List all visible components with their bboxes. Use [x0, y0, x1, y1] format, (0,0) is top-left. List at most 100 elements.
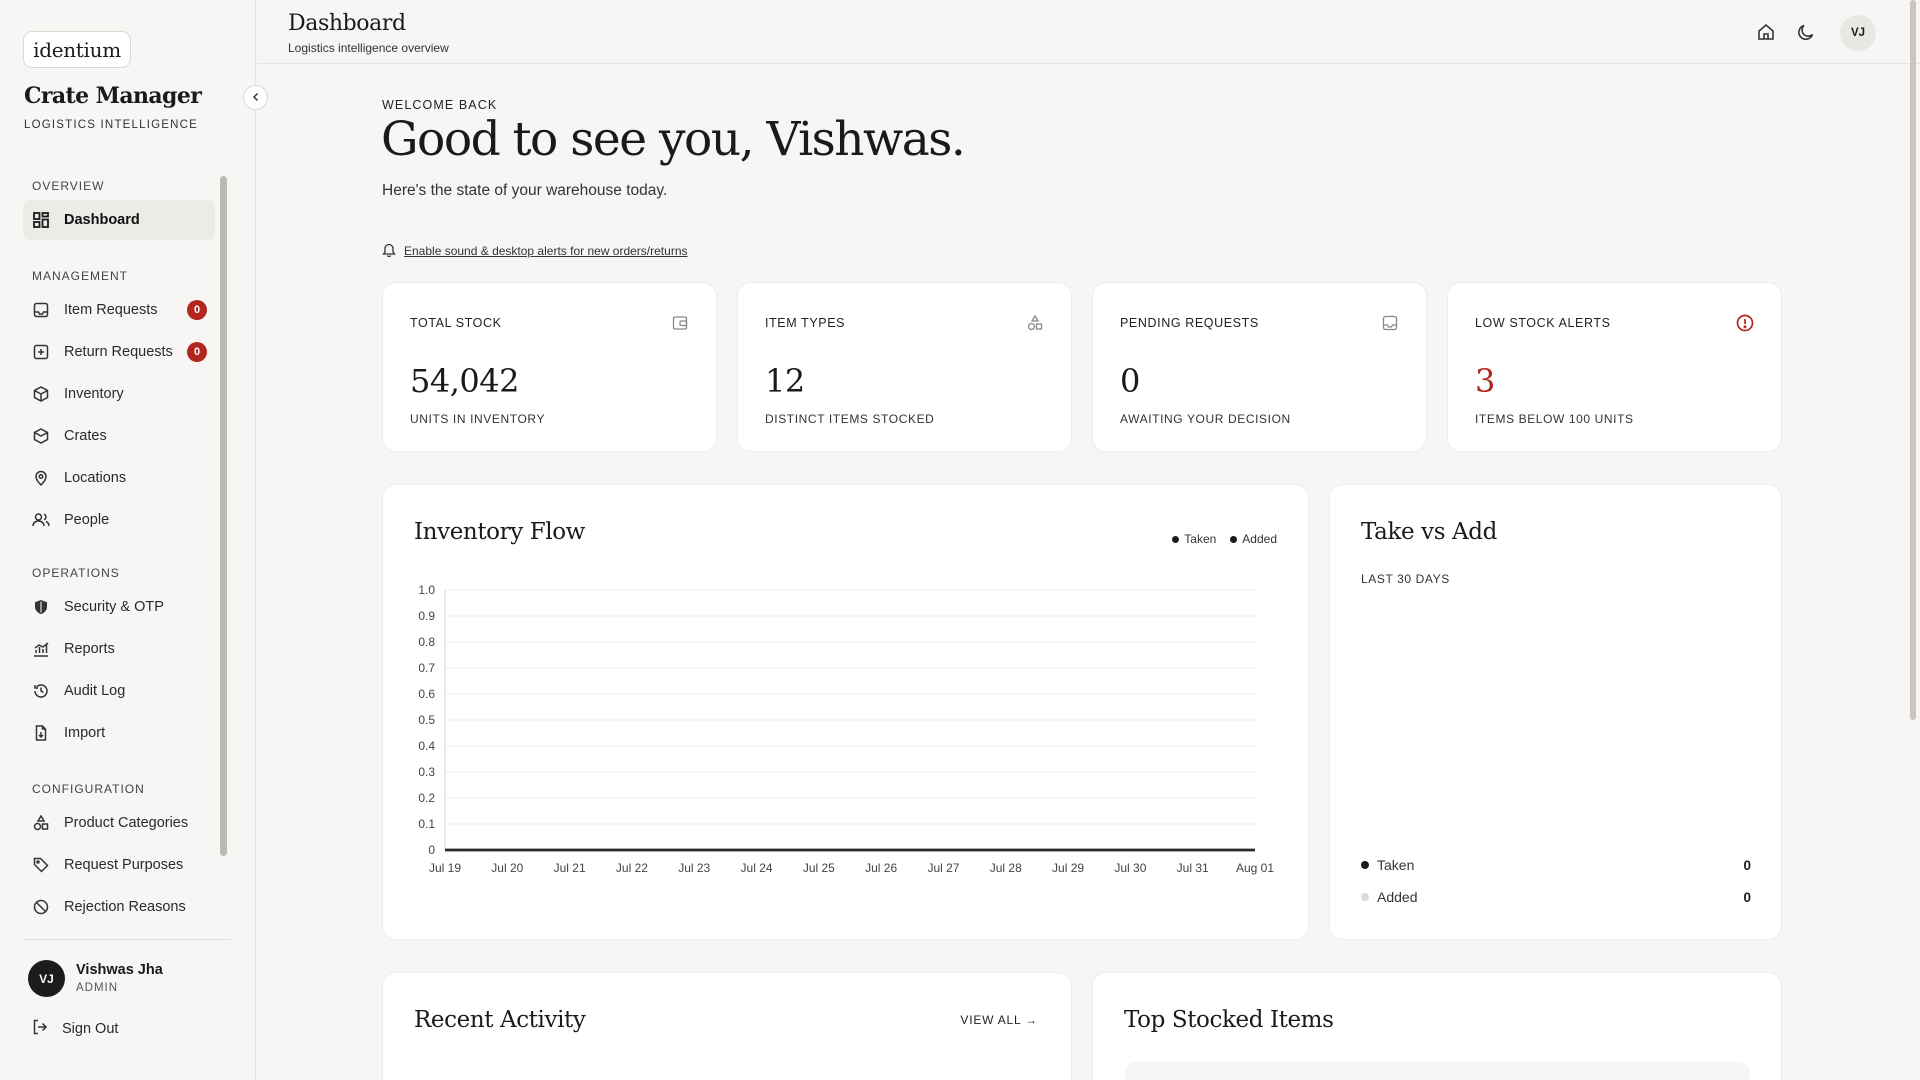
- sidebar-item-request-purposes[interactable]: Request Purposes: [23, 845, 215, 885]
- header-avatar[interactable]: VJ: [1840, 15, 1876, 51]
- stat-value: 12: [765, 362, 805, 400]
- count-badge: 0: [187, 342, 207, 362]
- avatar[interactable]: VJ: [28, 960, 65, 997]
- sidebar-item-security[interactable]: Security & OTP: [23, 587, 215, 627]
- count-badge: 0: [187, 300, 207, 320]
- section-overview: OVERVIEW: [32, 179, 105, 193]
- user-role: ADMIN: [76, 982, 119, 994]
- inventory-flow-card: Inventory Flow Taken Added 1.0 0.9 0.8 0.7 0…: [382, 484, 1309, 940]
- sidebar-item-item-requests[interactable]: Item Requests 0: [23, 290, 215, 330]
- taken-dot: [1361, 861, 1369, 869]
- sidebar-item-locations[interactable]: Locations: [23, 458, 215, 498]
- bell-icon: [382, 242, 396, 260]
- sidebar-item-return-requests[interactable]: Return Requests 0: [23, 332, 215, 372]
- ban-icon: [32, 898, 50, 916]
- home-icon[interactable]: [1754, 20, 1778, 44]
- sidebar: identium Crate Manager LOGISTICS INTELLI…: [0, 0, 256, 1080]
- sidebar-item-label: Dashboard: [64, 212, 140, 228]
- sidebar-item-label: Audit Log: [64, 683, 126, 699]
- shield-icon: [32, 598, 50, 616]
- take-vs-add-card: Take vs Add LAST 30 DAYS Taken 0 Added 0: [1329, 484, 1782, 940]
- y-tick-label: 0.4: [418, 739, 435, 753]
- stat-caption: AWAITING YOUR DECISION: [1120, 412, 1291, 426]
- x-tick-label: Jul 22: [616, 861, 648, 875]
- sidebar-item-inventory[interactable]: Inventory: [23, 374, 215, 414]
- x-tick-label: Jul 25: [803, 861, 835, 875]
- divider: [23, 939, 231, 940]
- y-tick-label: 0.6: [418, 687, 435, 701]
- sidebar-item-label: Item Requests: [64, 302, 158, 318]
- added-value: 0: [1743, 889, 1751, 905]
- y-tick-label: 0.1: [418, 817, 435, 831]
- sidebar-scrollbar[interactable]: [220, 176, 227, 856]
- x-tick-label: Jul 30: [1114, 861, 1146, 875]
- added-label: Added: [1377, 889, 1418, 905]
- card-title: Take vs Add: [1361, 519, 1497, 545]
- users-icon: [32, 511, 50, 529]
- tag-icon: [32, 856, 50, 874]
- sidebar-item-import[interactable]: Import: [23, 713, 215, 753]
- y-tick-label: 0: [428, 843, 435, 857]
- sidebar-nav: OVERVIEW Dashboard MANAGEMENT Item Reque…: [0, 170, 222, 916]
- x-tick-label: Jul 28: [990, 861, 1022, 875]
- sidebar-item-product-categories[interactable]: Product Categories: [23, 803, 215, 843]
- sidebar-item-rejection-reasons[interactable]: Rejection Reasons: [23, 887, 215, 916]
- x-tick-label: Jul 23: [678, 861, 710, 875]
- moon-icon[interactable]: [1794, 20, 1818, 44]
- greeting-subtitle: Here's the state of your warehouse today…: [382, 182, 668, 199]
- collapse-sidebar-button[interactable]: [243, 85, 268, 110]
- stat-caption: DISTINCT ITEMS STOCKED: [765, 412, 935, 426]
- added-row: Added 0: [1361, 889, 1751, 905]
- sidebar-item-label: Import: [64, 725, 106, 741]
- shapes-icon: [1026, 314, 1044, 332]
- stat-card-low-stock-alerts: LOW STOCK ALERTS 3 ITEMS BELOW 100 UNITS: [1447, 282, 1782, 452]
- x-tick-label: Jul 31: [1177, 861, 1209, 875]
- enable-alerts-link[interactable]: Enable sound & desktop alerts for new or…: [382, 242, 688, 260]
- y-tick-label: 1.0: [418, 583, 435, 597]
- y-tick-label: 0.9: [418, 609, 435, 623]
- sidebar-item-label: Request Purposes: [64, 857, 184, 873]
- card-subtitle: LAST 30 DAYS: [1361, 572, 1450, 586]
- stat-value: 54,042: [410, 362, 519, 400]
- brand-logo[interactable]: identium: [23, 31, 131, 68]
- app-subtitle: LOGISTICS INTELLIGENCE: [24, 119, 199, 131]
- map-pin-icon: [32, 469, 50, 487]
- page-scrollbar[interactable]: [1910, 0, 1916, 720]
- sidebar-item-reports[interactable]: Reports: [23, 629, 215, 669]
- stat-value: 3: [1475, 362, 1495, 400]
- page-subtitle: Logistics intelligence overview: [288, 41, 449, 55]
- inventory-flow-chart: 1.0 0.9 0.8 0.7 0.6 0.5 0.4 0.3 0.2 0.1 0 Jul 19 Jul…: [418, 583, 1274, 875]
- view-all-link[interactable]: VIEW ALL →: [960, 1013, 1038, 1027]
- sidebar-item-audit-log[interactable]: Audit Log: [23, 671, 215, 711]
- sidebar-item-dashboard[interactable]: Dashboard: [23, 200, 215, 240]
- sign-out-label: Sign Out: [62, 1021, 119, 1037]
- section-configuration: CONFIGURATION: [32, 782, 145, 796]
- sidebar-item-label: Crates: [64, 428, 107, 444]
- top-stocked-items-card: Top Stocked Items: [1092, 972, 1782, 1080]
- added-dot: [1361, 893, 1369, 901]
- sign-out-button[interactable]: Sign Out: [32, 1019, 118, 1039]
- y-tick-label: 0.3: [418, 765, 435, 779]
- sidebar-item-label: Reports: [64, 641, 115, 657]
- top-stocked-list: [1125, 1062, 1750, 1080]
- inbox-icon: [1381, 314, 1399, 332]
- y-tick-label: 0.8: [418, 635, 435, 649]
- sidebar-item-label: Rejection Reasons: [64, 899, 186, 915]
- stat-value: 0: [1120, 362, 1140, 400]
- card-title: Top Stocked Items: [1124, 1007, 1334, 1033]
- stat-card-pending-requests: PENDING REQUESTS 0 AWAITING YOUR DECISIO…: [1092, 282, 1427, 452]
- taken-value: 0: [1743, 857, 1751, 873]
- stat-card-total-stock: TOTAL STOCK 54,042 UNITS IN INVENTORY: [382, 282, 717, 452]
- enable-alerts-text: Enable sound & desktop alerts for new or…: [404, 244, 688, 258]
- sidebar-item-crates[interactable]: Crates: [23, 416, 215, 456]
- logo-text: identium: [33, 37, 121, 62]
- history-icon: [32, 682, 50, 700]
- sidebar-item-label: People: [64, 512, 110, 528]
- recent-activity-card: Recent Activity VIEW ALL →: [382, 972, 1072, 1080]
- sidebar-item-people[interactable]: People: [23, 500, 215, 540]
- stat-card-item-types: ITEM TYPES 12 DISTINCT ITEMS STOCKED: [737, 282, 1072, 452]
- app-title: Crate Manager: [24, 83, 202, 109]
- dashboard-grid-icon: [32, 211, 50, 229]
- user-name: Vishwas Jha: [76, 962, 163, 978]
- inbox-icon: [32, 301, 50, 319]
